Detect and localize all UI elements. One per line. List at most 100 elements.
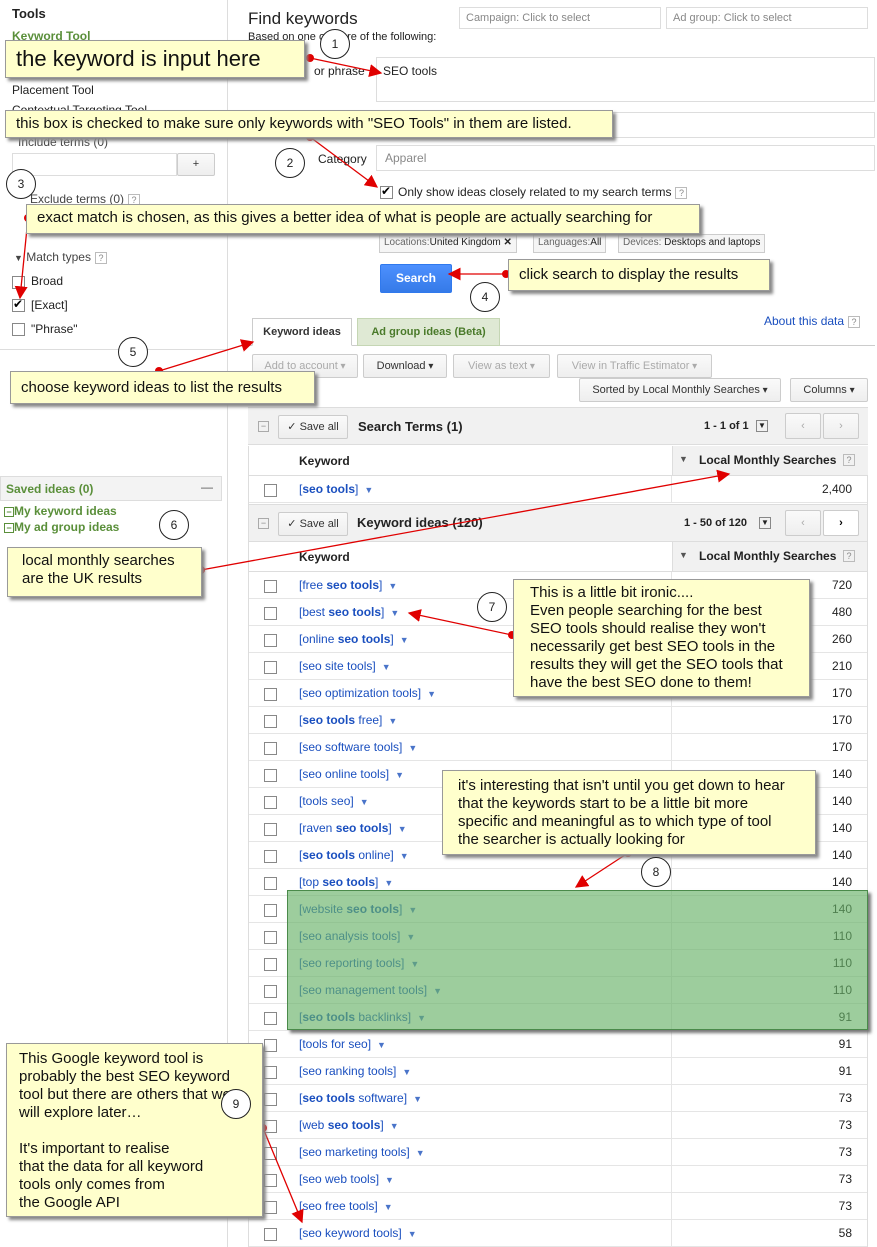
keyword-link[interactable]: [seo online tools] ▼ <box>299 767 404 781</box>
keyword-link[interactable]: [seo marketing tools] ▼ <box>299 1145 425 1159</box>
row-checkbox[interactable] <box>264 985 277 998</box>
row-checkbox[interactable] <box>264 1039 277 1052</box>
view-in-traffic-button[interactable]: View in Traffic Estimator <box>557 354 712 378</box>
keyword-link[interactable]: [online seo tools] ▼ <box>299 632 409 646</box>
chevron-down-icon[interactable]: ▼ <box>416 1148 425 1158</box>
row-checkbox[interactable] <box>264 877 277 890</box>
keyword-link[interactable]: [seo optimization tools] ▼ <box>299 686 436 700</box>
help-icon[interactable]: ? <box>843 550 855 562</box>
chevron-down-icon[interactable]: ▼ <box>360 797 369 807</box>
chevron-down-icon[interactable]: ▼ <box>384 878 393 888</box>
sort-button[interactable]: Sorted by Local Monthly Searches <box>579 378 781 402</box>
my-keyword-ideas[interactable]: − My keyword ideas <box>4 504 117 518</box>
chevron-down-icon[interactable]: ▼ <box>388 716 397 726</box>
row-checkbox[interactable] <box>264 1012 277 1025</box>
keyword-link[interactable]: [seo tools online] ▼ <box>299 848 409 862</box>
about-data-link[interactable]: About this data? <box>764 314 861 328</box>
row-checkbox[interactable] <box>264 823 277 836</box>
col-searches[interactable]: ▼ Local Monthly Searches ? <box>672 446 868 475</box>
chevron-down-icon[interactable]: ▼ <box>408 743 417 753</box>
row-checkbox[interactable] <box>264 661 277 674</box>
keyword-link[interactable]: [tools for seo] ▼ <box>299 1037 386 1051</box>
category-select[interactable]: Apparel <box>376 145 875 171</box>
keyword-link[interactable]: [seo ranking tools] ▼ <box>299 1064 411 1078</box>
keyword-link[interactable]: [top seo tools] ▼ <box>299 875 393 889</box>
row-checkbox[interactable] <box>264 1174 277 1187</box>
keyword-link[interactable]: [seo free tools] ▼ <box>299 1199 393 1213</box>
row-checkbox[interactable] <box>264 1201 277 1214</box>
match-types-label[interactable]: ▼ Match types? <box>14 250 107 264</box>
chevron-down-icon[interactable]: ▼ <box>408 1229 417 1239</box>
chevron-down-icon[interactable]: ▼ <box>398 824 407 834</box>
tab-keyword-ideas[interactable]: Keyword ideas <box>252 318 352 346</box>
prev-page-button[interactable]: ‹ <box>785 510 821 536</box>
my-ad-group-ideas[interactable]: − My ad group ideas <box>4 520 119 534</box>
chevron-down-icon[interactable]: ▼ <box>400 635 409 645</box>
view-as-text-button[interactable]: View as text <box>453 354 550 378</box>
row-checkbox[interactable] <box>264 1120 277 1133</box>
languages-chip[interactable]: Languages:All <box>533 234 607 253</box>
phrase-checkbox[interactable] <box>12 323 25 336</box>
keyword-link[interactable]: [seo keyword tools] ▼ <box>299 1226 417 1240</box>
row-checkbox[interactable] <box>264 1147 277 1160</box>
collapse-icon[interactable]: − <box>4 507 14 517</box>
collapse-icon[interactable]: − <box>258 518 269 529</box>
keyword-link[interactable]: [web seo tools] ▼ <box>299 1118 399 1132</box>
row-checkbox[interactable] <box>264 1066 277 1079</box>
keyword-link[interactable]: [seo software tools] ▼ <box>299 740 417 754</box>
save-all-button[interactable]: ✓ Save all <box>278 512 348 536</box>
row-checkbox[interactable] <box>264 1228 277 1241</box>
help-icon[interactable]: ? <box>94 251 107 264</box>
chevron-down-icon[interactable]: ▼ <box>377 1040 386 1050</box>
prev-page-button[interactable]: ‹ <box>785 413 821 439</box>
search-button[interactable]: Search <box>380 264 452 293</box>
next-page-button[interactable]: › <box>823 510 859 536</box>
keyword-link[interactable]: [seo site tools] ▼ <box>299 659 391 673</box>
devices-chip[interactable]: Devices: Desktops and laptops <box>618 234 766 253</box>
keyword-link[interactable]: [seo tools] ▼ <box>299 482 373 496</box>
row-checkbox[interactable] <box>264 904 277 917</box>
col-keyword[interactable]: Keyword <box>299 454 350 468</box>
chevron-down-icon[interactable]: ▼ <box>759 517 771 529</box>
chevron-down-icon[interactable]: ▼ <box>402 1067 411 1077</box>
locations-chip[interactable]: Locations:United Kingdom ✕ <box>379 234 517 253</box>
row-checkbox[interactable] <box>264 769 277 782</box>
row-checkbox[interactable] <box>264 634 277 647</box>
row-checkbox[interactable] <box>264 742 277 755</box>
row-checkbox[interactable] <box>264 958 277 971</box>
keyword-input[interactable]: SEO tools <box>376 57 875 102</box>
keyword-link[interactable]: [best seo tools] ▼ <box>299 605 399 619</box>
row-checkbox[interactable] <box>264 796 277 809</box>
col-searches[interactable]: ▼ Local Monthly Searches ? <box>672 542 868 571</box>
row-checkbox[interactable] <box>264 607 277 620</box>
keyword-link[interactable]: [raven seo tools] ▼ <box>299 821 407 835</box>
collapse-icon[interactable]: − <box>4 523 14 533</box>
only-show-checkbox[interactable] <box>380 184 393 199</box>
help-icon[interactable]: ? <box>675 186 688 199</box>
chevron-down-icon[interactable]: ▼ <box>384 1202 393 1212</box>
chevron-down-icon[interactable]: ▼ <box>400 851 409 861</box>
col-keyword[interactable]: Keyword <box>299 550 350 564</box>
row-checkbox[interactable] <box>264 1093 277 1106</box>
chevron-down-icon[interactable]: ▼ <box>364 485 373 495</box>
row-checkbox[interactable] <box>264 688 277 701</box>
keyword-link[interactable]: [seo web tools] ▼ <box>299 1172 394 1186</box>
keyword-link[interactable]: [seo tools free] ▼ <box>299 713 397 727</box>
include-add-button[interactable]: + <box>177 153 215 176</box>
chevron-down-icon[interactable]: ▼ <box>388 581 397 591</box>
include-terms-input[interactable] <box>12 153 177 176</box>
campaign-select[interactable]: Campaign: Click to select <box>459 7 661 29</box>
download-button[interactable]: Download <box>363 354 447 378</box>
adgroup-select[interactable]: Ad group: Click to select <box>666 7 868 29</box>
columns-button[interactable]: Columns <box>790 378 868 402</box>
tab-ad-group-ideas[interactable]: Ad group ideas (Beta) <box>357 318 500 346</box>
broad-checkbox[interactable] <box>12 276 25 289</box>
chevron-down-icon[interactable]: ▼ <box>390 608 399 618</box>
row-checkbox[interactable] <box>264 850 277 863</box>
collapse-icon[interactable]: − <box>258 421 269 432</box>
next-page-button[interactable]: › <box>823 413 859 439</box>
row-checkbox[interactable] <box>264 715 277 728</box>
chevron-down-icon[interactable]: ▼ <box>385 1175 394 1185</box>
help-icon[interactable]: ? <box>843 454 855 466</box>
chevron-down-icon[interactable]: ▼ <box>382 662 391 672</box>
